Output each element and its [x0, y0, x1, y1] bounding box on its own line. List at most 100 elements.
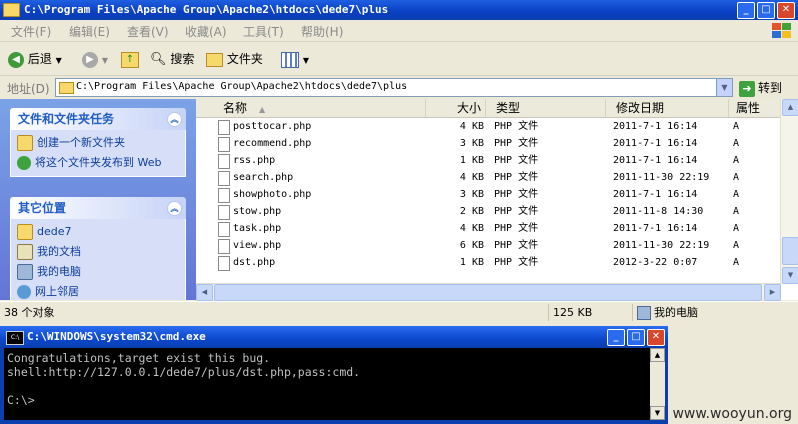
file-name: stow.php	[233, 206, 282, 217]
collapse-chevron-icon[interactable]: ︽	[167, 112, 182, 127]
status-bar: 38 个对象 125 KB 我的电脑	[0, 301, 798, 323]
menu-tools[interactable]: 工具(T)	[243, 23, 284, 40]
scroll-down-arrow[interactable]: ▼	[650, 406, 665, 420]
scroll-up-arrow[interactable]: ▲	[782, 99, 798, 116]
views-button[interactable]: ▼	[281, 49, 309, 69]
menu-bar: 文件(F) 编辑(E) 查看(V) 收藏(A) 工具(T) 帮助(H)	[0, 20, 798, 42]
file-name: search.php	[233, 172, 294, 183]
maximize-button[interactable]: □	[757, 2, 775, 19]
php-file-icon	[218, 171, 230, 186]
address-dropdown-button[interactable]: ▼	[716, 79, 732, 96]
php-file-icon	[218, 188, 230, 203]
tasks-title: 文件和文件夹任务	[18, 112, 115, 126]
close-button[interactable]: ✕	[647, 329, 665, 346]
horizontal-scrollbar[interactable]: ◀ ▶	[196, 283, 781, 301]
task-new-folder[interactable]: 创建一个新文件夹	[17, 133, 179, 153]
folders-button[interactable]: 文件夹	[206, 49, 263, 69]
explorer-title-bar[interactable]: C:\Program Files\Apache Group\Apache2\ht…	[0, 0, 798, 20]
menu-view[interactable]: 查看(V)	[127, 23, 169, 40]
php-file-icon	[218, 154, 230, 169]
place-my-documents[interactable]: 我的文档	[17, 242, 179, 262]
maximize-button[interactable]: □	[627, 329, 645, 346]
menu-help[interactable]: 帮助(H)	[301, 23, 343, 40]
file-row[interactable]: dst.php 1 KB PHP 文件 2012-3-22 0:07 A	[196, 254, 781, 271]
file-row[interactable]: recommend.php 3 KB PHP 文件 2011-7-1 16:14 A	[196, 135, 781, 152]
minimize-button[interactable]: _	[607, 329, 625, 346]
file-date: 2011-11-30 22:19	[613, 172, 710, 183]
file-name: recommend.php	[233, 138, 312, 149]
scroll-up-arrow[interactable]: ▲	[650, 348, 665, 362]
php-file-icon	[218, 239, 230, 254]
file-name: posttocar.php	[233, 121, 312, 132]
column-attr[interactable]: 属性	[729, 99, 781, 117]
cmd-output[interactable]: Congratulations,target exist this bug. s…	[4, 348, 650, 420]
watermark: www.wooyun.org	[672, 406, 792, 422]
collapse-chevron-icon[interactable]: ︽	[167, 201, 182, 216]
file-size: 4 KB	[459, 172, 484, 183]
forward-button[interactable]: ▶ ▼	[82, 49, 108, 69]
up-folder-button[interactable]: ↑	[121, 49, 139, 69]
scroll-thumb[interactable]	[782, 237, 798, 265]
search-button[interactable]: 🔍︎ 搜索	[150, 49, 194, 69]
file-date: 2012-3-22 0:07	[613, 257, 698, 268]
file-row[interactable]: posttocar.php 4 KB PHP 文件 2011-7-1 16:14 A	[196, 118, 781, 135]
windows-logo-icon	[770, 22, 792, 40]
go-arrow-icon: ➜	[739, 80, 755, 97]
tasks-body: 创建一个新文件夹 将这个文件夹发布到 Web	[10, 130, 186, 177]
address-input[interactable]: C:\Program Files\Apache Group\Apache2\ht…	[55, 78, 733, 97]
go-button[interactable]: ➜ 转到	[739, 79, 782, 97]
menu-edit[interactable]: 编辑(E)	[69, 23, 110, 40]
scroll-right-arrow[interactable]: ▶	[764, 284, 781, 301]
file-date: 2011-7-1 16:14	[613, 189, 698, 200]
file-row[interactable]: stow.php 2 KB PHP 文件 2011-11-8 14:30 A	[196, 203, 781, 220]
file-row[interactable]: search.php 4 KB PHP 文件 2011-11-30 22:19 A	[196, 169, 781, 186]
explorer-window: C:\Program Files\Apache Group\Apache2\ht…	[0, 0, 798, 323]
cmd-scrollbar[interactable]: ▲ ▼	[650, 348, 665, 420]
minimize-button[interactable]: _	[737, 2, 755, 19]
address-label: 地址(D)	[7, 82, 50, 96]
scroll-down-arrow[interactable]: ▼	[782, 267, 798, 284]
scroll-thumb[interactable]	[214, 284, 762, 301]
menu-favorites[interactable]: 收藏(A)	[185, 23, 227, 40]
column-type[interactable]: 类型	[486, 99, 606, 117]
vertical-scrollbar[interactable]: ▲ ▼	[780, 99, 798, 284]
column-name[interactable]: 名称 ▲	[196, 99, 426, 117]
file-size: 3 KB	[459, 138, 484, 149]
tasks-header[interactable]: 文件和文件夹任务 ︽	[10, 108, 186, 130]
window-title: C:\Program Files\Apache Group\Apache2\ht…	[24, 3, 389, 16]
status-object-count: 38 个对象	[4, 306, 55, 319]
menu-file[interactable]: 文件(F)	[11, 23, 51, 40]
scroll-left-arrow[interactable]: ◀	[196, 284, 213, 301]
new-folder-icon	[17, 135, 33, 151]
chevron-down-icon: ▼	[101, 56, 108, 65]
task-pane: 文件和文件夹任务 ︽ 创建一个新文件夹 将这个文件夹发布到 Web 其它位置 ︽…	[0, 99, 196, 300]
close-button[interactable]: ✕	[777, 2, 795, 19]
file-attr: A	[733, 223, 740, 234]
forward-arrow-icon: ▶	[82, 51, 98, 68]
file-row[interactable]: view.php 6 KB PHP 文件 2011-11-30 22:19 A	[196, 237, 781, 254]
console-line: shell:http://127.0.0.1/dede7/plus/dst.ph…	[7, 365, 361, 379]
file-type: PHP 文件	[494, 257, 539, 268]
folder-icon	[3, 3, 20, 17]
back-button[interactable]: ◀ 后退 ▼	[8, 49, 62, 69]
place-my-computer[interactable]: 我的电脑	[17, 262, 179, 282]
places-header[interactable]: 其它位置 ︽	[10, 197, 186, 219]
file-date: 2011-7-1 16:14	[613, 121, 698, 132]
file-attr: A	[733, 121, 740, 132]
file-row[interactable]: task.php 4 KB PHP 文件 2011-7-1 16:14 A	[196, 220, 781, 237]
file-attr: A	[733, 155, 740, 166]
column-date[interactable]: 修改日期	[606, 99, 729, 117]
file-attr: A	[733, 257, 740, 268]
place-network[interactable]: 网上邻居	[17, 282, 179, 300]
sort-up-icon: ▲	[259, 105, 266, 114]
place-dede7[interactable]: dede7	[17, 222, 179, 242]
back-arrow-icon: ◀	[8, 51, 24, 68]
file-size: 4 KB	[459, 223, 484, 234]
php-file-icon	[218, 256, 230, 271]
task-publish-web[interactable]: 将这个文件夹发布到 Web	[17, 153, 179, 173]
file-name: showphoto.php	[233, 189, 312, 200]
cmd-title-bar[interactable]: C:\ C:\WINDOWS\system32\cmd.exe _ □ ✕	[0, 326, 668, 348]
file-row[interactable]: rss.php 1 KB PHP 文件 2011-7-1 16:14 A	[196, 152, 781, 169]
column-size[interactable]: 大小	[426, 99, 486, 117]
file-row[interactable]: showphoto.php 3 KB PHP 文件 2011-7-1 16:14 A	[196, 186, 781, 203]
